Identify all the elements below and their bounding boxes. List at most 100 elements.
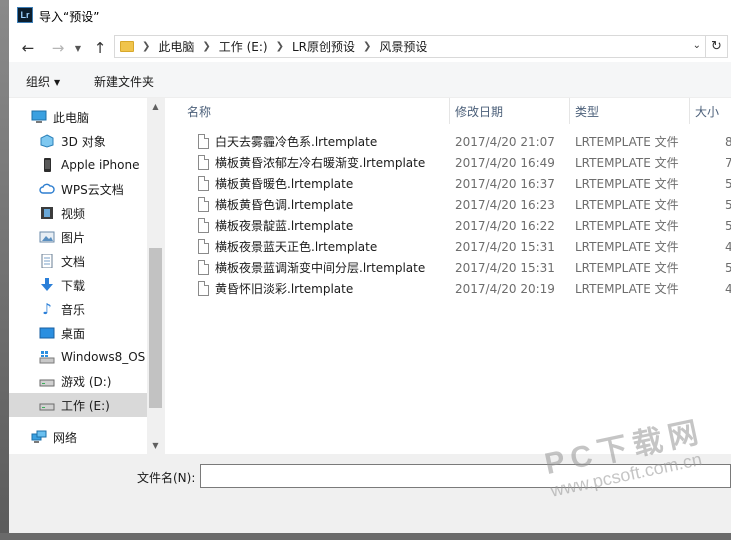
nav-item-desktop[interactable]: 桌面 (9, 321, 147, 345)
file-name: 横板夜景蓝天正色.lrtemplate (215, 240, 378, 254)
drive-icon (39, 374, 55, 388)
breadcrumb-landscape-presets[interactable]: 风景预设 (379, 38, 427, 55)
organize-button[interactable]: 组织 ▼ (26, 73, 60, 90)
column-header-type[interactable]: 类型 (569, 98, 689, 124)
forward-arrow-icon[interactable]: → (47, 38, 69, 58)
nav-item-network[interactable]: 网络 (9, 425, 147, 449)
music-icon: ♪ (42, 299, 52, 318)
file-size: 4 (725, 239, 731, 254)
file-icon (198, 218, 209, 233)
nav-item-label: 此电脑 (53, 110, 90, 125)
file-row[interactable]: 横板夜景蓝调渐变中间分层.lrtemplate 2017/4/20 15:31 … (165, 257, 731, 278)
nav-item-label: 游戏 (D:) (61, 374, 112, 389)
scrollbar-thumb[interactable] (149, 248, 162, 408)
file-date: 2017/4/20 16:37 (455, 176, 555, 191)
nav-item-videos[interactable]: 视频 (9, 201, 147, 225)
nav-item-music[interactable]: ♪ 音乐 (9, 297, 147, 321)
file-date: 2017/4/20 15:31 (455, 239, 555, 254)
scroll-down-icon[interactable]: ▼ (147, 437, 164, 454)
breadcrumb-separator-icon[interactable]: ❯ (202, 41, 210, 52)
column-header-size[interactable]: 大小 (689, 98, 731, 124)
file-date: 2017/4/20 20:19 (455, 281, 555, 296)
desktop-background (0, 0, 9, 540)
breadcrumb-drive-e[interactable]: 工作 (E:) (219, 38, 268, 55)
file-icon (198, 260, 209, 275)
breadcrumb-separator-icon[interactable]: ❯ (363, 41, 371, 52)
file-row[interactable]: 横板黄昏暖色.lrtemplate 2017/4/20 16:37 LRTEMP… (165, 173, 731, 194)
navigation-bar: ← → ▼ ↑ ❯ 此电脑 ❯ 工作 (E:) ❯ LR原创预设 ❯ 风景预设 … (9, 32, 731, 62)
column-header-label: 类型 (575, 104, 600, 119)
file-icon (198, 155, 209, 170)
windows-drive-icon (39, 350, 55, 364)
toolbar: 组织 ▼ 新建文件夹 (9, 62, 731, 98)
file-name: 黄昏怀旧淡彩.lrtemplate (215, 282, 354, 296)
address-dropdown-chevron-icon[interactable]: ⌄ (693, 40, 701, 51)
breadcrumb-this-pc[interactable]: 此电脑 (158, 38, 194, 55)
file-name: 横板黄昏暖色.lrtemplate (215, 177, 354, 191)
file-type: LRTEMPLATE 文件 (575, 240, 679, 254)
nav-item-drive-e[interactable]: 工作 (E:) (9, 393, 147, 417)
file-date: 2017/4/20 16:22 (455, 218, 555, 233)
breadcrumb-separator-icon[interactable]: ❯ (142, 41, 150, 52)
file-type: LRTEMPLATE 文件 (575, 177, 679, 191)
organize-label: 组织 (26, 75, 51, 89)
nav-item-this-pc[interactable]: 此电脑 (9, 105, 147, 129)
cloud-icon (39, 182, 55, 196)
nav-item-label: Apple iPhone (61, 158, 140, 172)
file-type: LRTEMPLATE 文件 (575, 156, 679, 170)
file-date: 2017/4/20 15:31 (455, 260, 555, 275)
file-size: 5 (725, 176, 731, 191)
file-row[interactable]: 横板夜景蓝天正色.lrtemplate 2017/4/20 15:31 LRTE… (165, 236, 731, 257)
file-row[interactable]: 黄昏怀旧淡彩.lrtemplate 2017/4/20 20:19 LRTEMP… (165, 278, 731, 299)
column-header-label: 大小 (695, 104, 720, 119)
file-name: 横板夜景蓝调渐变中间分层.lrtemplate (215, 261, 426, 275)
column-header-label: 修改日期 (455, 104, 504, 119)
lightroom-app-icon: Lr (17, 7, 33, 23)
file-type: LRTEMPLATE 文件 (575, 261, 679, 275)
nav-item-wps-cloud[interactable]: WPS云文档 (9, 177, 147, 201)
up-arrow-icon[interactable]: ↑ (89, 38, 111, 58)
file-list: 名称 ⌃ 修改日期 类型 大小 白天去雾霾冷色系.lrtemplate 2017… (165, 98, 731, 454)
nav-item-3d-objects[interactable]: 3D 对象 (9, 129, 147, 153)
breadcrumb-lr-presets[interactable]: LR原创预设 (292, 38, 355, 55)
nav-pane-scrollbar[interactable]: ▲ ▼ (147, 98, 164, 454)
nav-item-pictures[interactable]: 图片 (9, 225, 147, 249)
file-row[interactable]: 白天去雾霾冷色系.lrtemplate 2017/4/20 21:07 LRTE… (165, 131, 731, 152)
refresh-icon[interactable]: ↻ (706, 35, 728, 58)
file-type: LRTEMPLATE 文件 (575, 198, 679, 212)
nav-item-label: 3D 对象 (61, 134, 106, 149)
file-row[interactable]: 横板夜景靛蓝.lrtemplate 2017/4/20 16:22 LRTEMP… (165, 215, 731, 236)
desktop-icon (39, 326, 55, 340)
filename-input[interactable] (200, 464, 731, 488)
file-date: 2017/4/20 21:07 (455, 134, 555, 149)
nav-item-windows8-os[interactable]: Windows8_OS (9, 345, 147, 369)
nav-item-label: 文档 (61, 254, 86, 269)
nav-item-downloads[interactable]: 下载 (9, 273, 147, 297)
column-header-date[interactable]: 修改日期 (449, 98, 569, 124)
file-icon (198, 239, 209, 254)
address-bar[interactable]: ❯ 此电脑 ❯ 工作 (E:) ❯ LR原创预设 ❯ 风景预设 ⌄ (114, 35, 706, 58)
nav-item-label: WPS云文档 (61, 182, 124, 197)
recent-locations-chevron-icon[interactable]: ▼ (67, 38, 89, 58)
new-folder-button[interactable]: 新建文件夹 (94, 73, 154, 90)
file-name: 白天去雾霾冷色系.lrtemplate (215, 135, 378, 149)
3d-objects-icon (39, 134, 55, 148)
column-header-name[interactable]: 名称 ⌃ (181, 98, 449, 124)
scroll-up-icon[interactable]: ▲ (147, 98, 164, 115)
folder-icon (120, 41, 134, 52)
nav-item-documents[interactable]: 文档 (9, 249, 147, 273)
file-size: 5 (725, 260, 731, 275)
nav-item-apple-iphone[interactable]: Apple iPhone (9, 153, 147, 177)
caret-down-icon: ▼ (54, 78, 61, 87)
file-row[interactable]: 横板黄昏浓郁左冷右暖渐变.lrtemplate 2017/4/20 16:49 … (165, 152, 731, 173)
nav-item-label: 音乐 (61, 302, 86, 317)
file-size: 4 (725, 281, 731, 296)
back-arrow-icon[interactable]: ← (17, 38, 39, 58)
network-icon (31, 430, 47, 444)
file-row[interactable]: 横板黄昏色调.lrtemplate 2017/4/20 16:23 LRTEMP… (165, 194, 731, 215)
breadcrumb-separator-icon[interactable]: ❯ (276, 41, 284, 52)
nav-item-drive-d[interactable]: 游戏 (D:) (9, 369, 147, 393)
file-size: 8 (725, 134, 731, 149)
file-icon (198, 197, 209, 212)
documents-icon (39, 254, 55, 268)
